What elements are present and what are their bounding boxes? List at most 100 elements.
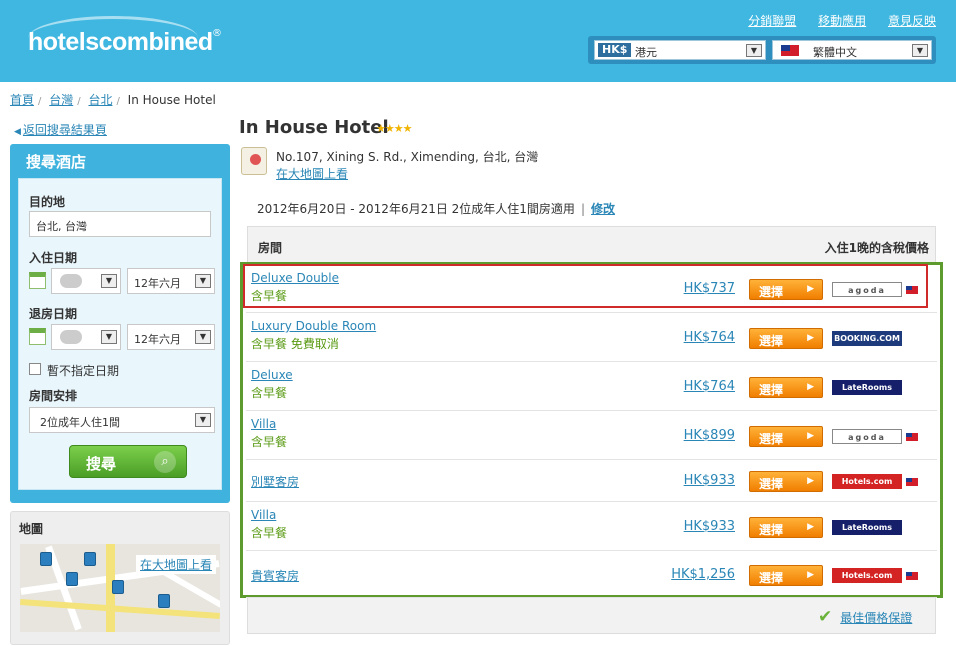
map-pin-icon[interactable] <box>66 572 78 586</box>
checkout-month-value: 12年六月 <box>134 333 181 346</box>
link-affiliates[interactable]: 分銷聯盟 <box>748 14 796 28</box>
best-price-guarantee-link[interactable]: 最佳價格保證 <box>840 611 912 625</box>
search-button[interactable]: 搜尋 ⌕ <box>69 445 187 478</box>
language-select[interactable]: 繁體中文 ▼ <box>772 40 932 60</box>
hotel-name: In House Hotel <box>239 117 389 138</box>
chevron-down-icon[interactable]: ▼ <box>195 413 211 427</box>
chevron-down-icon[interactable]: ▼ <box>101 274 117 288</box>
map-pin-icon[interactable] <box>84 552 96 566</box>
hotelscombined-logo[interactable]: hotelscombined ® <box>24 14 224 62</box>
room-name-link[interactable]: Deluxe <box>251 368 293 382</box>
taiwan-flag-icon <box>906 433 918 441</box>
map-pin-icon[interactable] <box>112 580 124 594</box>
search-form: 目的地 台北, 台灣 入住日期 ▼ 12年六月 ▼ 退房日期 ▼ 12年六月 ▼… <box>18 178 222 490</box>
chevron-down-icon[interactable]: ▼ <box>195 274 211 288</box>
breadcrumb-taiwan[interactable]: 台灣 <box>49 93 73 107</box>
select-button[interactable]: 選擇 ▶ <box>749 426 823 447</box>
breadcrumb-taipei[interactable]: 台北 <box>88 93 112 107</box>
modify-link[interactable]: 修改 <box>591 202 615 216</box>
checkin-day-select[interactable]: ▼ <box>51 268 121 294</box>
rate-row: 貴賓客房 HK$1,256 選擇 ▶ Hotels.com <box>246 551 937 598</box>
room-name-link[interactable]: 別墅客房 <box>251 473 299 490</box>
room-name-link[interactable]: 貴賓客房 <box>251 567 299 584</box>
stay-summary: 2012年6月20日 - 2012年6月21日 2位成年人住1間房適用 | 修改 <box>257 200 615 217</box>
stay-dates-text: 2012年6月20日 - 2012年6月21日 2位成年人住1間房適用 <box>257 202 575 216</box>
partner-logo-late: LateRooms <box>832 380 902 395</box>
link-feedback[interactable]: 意見反映 <box>888 14 936 28</box>
view-large-map-link[interactable]: 在大地圖上看 <box>136 555 217 574</box>
destination-label: 目的地 <box>29 195 66 209</box>
chevron-down-icon[interactable]: ▼ <box>101 330 117 344</box>
logo-text: hotelscombined <box>28 28 213 56</box>
column-price: 入住1晚的含稅價格 <box>824 241 929 255</box>
room-price-link[interactable]: HK$764 <box>684 379 735 394</box>
breadcrumb-home[interactable]: 首頁 <box>10 93 34 107</box>
breadcrumb-current: In House Hotel <box>127 93 216 107</box>
rooms-label: 房間安排 <box>29 389 78 403</box>
room-name-link[interactable]: Villa <box>251 508 276 522</box>
select-button[interactable]: 選擇 ▶ <box>749 517 823 538</box>
checkin-month-select[interactable]: 12年六月 ▼ <box>127 268 215 294</box>
room-price-link[interactable]: HK$764 <box>684 330 735 345</box>
map-panel-title: 地圖 <box>19 522 44 536</box>
checkin-month-value: 12年六月 <box>134 277 181 290</box>
checkout-label: 退房日期 <box>29 307 78 321</box>
best-price-guarantee: ✔ 最佳價格保證 <box>818 607 912 627</box>
room-inclusions: 含早餐 <box>251 435 288 449</box>
chevron-down-icon[interactable]: ▼ <box>746 44 762 57</box>
map-main-road <box>20 599 220 619</box>
select-button[interactable]: 選擇 ▶ <box>749 565 823 586</box>
calendar-icon[interactable] <box>29 272 46 289</box>
rooms-select[interactable]: 2位成年人住1間 ▼ <box>29 407 215 433</box>
checkout-month-select[interactable]: 12年六月 ▼ <box>127 324 215 350</box>
partner-logo-booking: BOOKING.COM <box>832 331 902 346</box>
select-button[interactable]: 選擇 ▶ <box>749 279 823 300</box>
checkin-day-value <box>60 274 82 288</box>
checkout-day-value <box>60 330 82 344</box>
room-price-link[interactable]: HK$1,256 <box>671 567 735 582</box>
chevron-down-icon[interactable]: ▼ <box>195 330 211 344</box>
select-button[interactable]: 選擇 ▶ <box>749 377 823 398</box>
room-name-link[interactable]: Luxury Double Room <box>251 319 376 333</box>
checkmark-icon: ✔ <box>818 607 833 627</box>
destination-input[interactable]: 台北, 台灣 <box>29 211 211 237</box>
currency-select[interactable]: HK$ 港元 ▼ <box>594 40 766 60</box>
select-button[interactable]: 選擇 ▶ <box>749 328 823 349</box>
arrow-right-icon: ▶ <box>807 333 814 343</box>
room-price-link[interactable]: HK$933 <box>684 519 735 534</box>
map-thumbnail[interactable]: 在大地圖上看 <box>20 544 220 632</box>
no-dates-checkbox[interactable] <box>29 363 41 375</box>
partner-logo-agoda: agoda <box>832 282 902 297</box>
back-to-results-link[interactable]: 返回搜尋結果頁 <box>23 123 107 137</box>
room-inclusions: 含早餐 免費取消 <box>251 337 339 351</box>
calendar-icon[interactable] <box>29 328 46 345</box>
room-price-link[interactable]: HK$933 <box>684 473 735 488</box>
checkin-label: 入住日期 <box>29 251 78 265</box>
select-button-label: 選擇 <box>759 523 784 537</box>
checkout-day-select[interactable]: ▼ <box>51 324 121 350</box>
room-price-link[interactable]: HK$899 <box>684 428 735 443</box>
map-pin-icon[interactable] <box>158 594 170 608</box>
select-button[interactable]: 選擇 ▶ <box>749 471 823 492</box>
currency-tag: HK$ <box>598 43 632 57</box>
room-name-link[interactable]: Deluxe Double <box>251 271 339 285</box>
select-button-label: 選擇 <box>759 285 784 299</box>
back-to-results[interactable]: ◀ 返回搜尋結果頁 <box>14 121 107 138</box>
no-dates-label: 暫不指定日期 <box>47 364 120 378</box>
locale-selector-bar: HK$ 港元 ▼ 繁體中文 ▼ <box>588 36 936 64</box>
currency-value: 港元 <box>635 46 657 59</box>
view-on-large-map-link[interactable]: 在大地圖上看 <box>276 165 348 182</box>
partner-logo-agoda: agoda <box>832 429 902 444</box>
room-price-link[interactable]: HK$737 <box>684 281 735 296</box>
header-bar: hotelscombined ® 分銷聯盟 移動應用 意見反映 HK$ 港元 ▼… <box>0 0 956 82</box>
search-icon: ⌕ <box>154 451 176 473</box>
room-name-link[interactable]: Villa <box>251 417 276 431</box>
arrow-right-icon: ▶ <box>807 382 814 392</box>
partner-logo-hotels: Hotels.com <box>832 568 902 583</box>
select-button-label: 選擇 <box>759 383 784 397</box>
link-mobile-apps[interactable]: 移動應用 <box>818 14 866 28</box>
chevron-down-icon[interactable]: ▼ <box>912 44 928 57</box>
rooms-value: 2位成年人住1間 <box>40 416 120 429</box>
map-pin-icon[interactable] <box>40 552 52 566</box>
arrow-right-icon: ▶ <box>807 570 814 580</box>
